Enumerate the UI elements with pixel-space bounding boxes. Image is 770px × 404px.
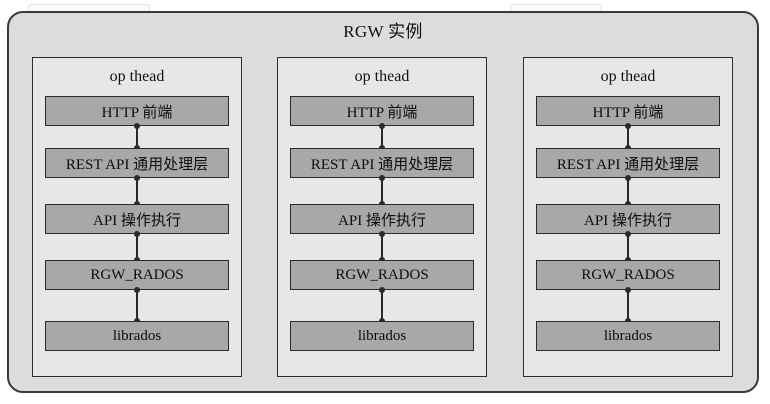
op-thread-panel-1: op thead HTTP 前端 REST API 通用处理层 API 操作执行… <box>32 57 242 377</box>
layer-rgw-rados: RGW_RADOS <box>536 260 720 290</box>
op-thread-panel-3: op thead HTTP 前端 REST API 通用处理层 API 操作执行… <box>523 57 733 377</box>
rgw-instance-frame: RGW 实例 op thead HTTP 前端 REST API 通用处理层 A… <box>7 11 759 393</box>
layer-librados: librados <box>290 321 474 351</box>
layer-api-execute: API 操作执行 <box>536 204 720 234</box>
layer-api-execute: API 操作执行 <box>45 204 229 234</box>
layer-connector <box>379 287 385 324</box>
layer-connector <box>625 123 631 151</box>
layer-connector <box>134 175 140 207</box>
layer-http-frontend: HTTP 前端 <box>45 96 229 126</box>
layer-rest-api: REST API 通用处理层 <box>536 148 720 178</box>
thread-title: op thead <box>354 68 410 85</box>
instance-title: RGW 实例 <box>343 22 423 41</box>
layer-librados: librados <box>45 321 229 351</box>
layer-connector <box>134 287 140 324</box>
layer-connector <box>379 123 385 151</box>
layer-rgw-rados: RGW_RADOS <box>45 260 229 290</box>
op-thread-panel-2: op thead HTTP 前端 REST API 通用处理层 API 操作执行… <box>277 57 487 377</box>
layer-rest-api: REST API 通用处理层 <box>45 148 229 178</box>
layer-rest-api: REST API 通用处理层 <box>290 148 474 178</box>
layer-connector <box>134 231 140 263</box>
layer-connector <box>625 175 631 207</box>
layer-rgw-rados: RGW_RADOS <box>290 260 474 290</box>
layer-connector <box>625 231 631 263</box>
layer-http-frontend: HTTP 前端 <box>290 96 474 126</box>
diagram-canvas: RGW 实例 op thead HTTP 前端 REST API 通用处理层 A… <box>0 0 770 404</box>
thread-title: op thead <box>109 68 165 85</box>
layer-connector <box>379 175 385 207</box>
layer-http-frontend: HTTP 前端 <box>536 96 720 126</box>
layer-connector <box>625 287 631 324</box>
layer-connector <box>379 231 385 263</box>
layer-librados: librados <box>536 321 720 351</box>
layer-api-execute: API 操作执行 <box>290 204 474 234</box>
layer-connector <box>134 123 140 151</box>
thread-title: op thead <box>600 68 656 85</box>
